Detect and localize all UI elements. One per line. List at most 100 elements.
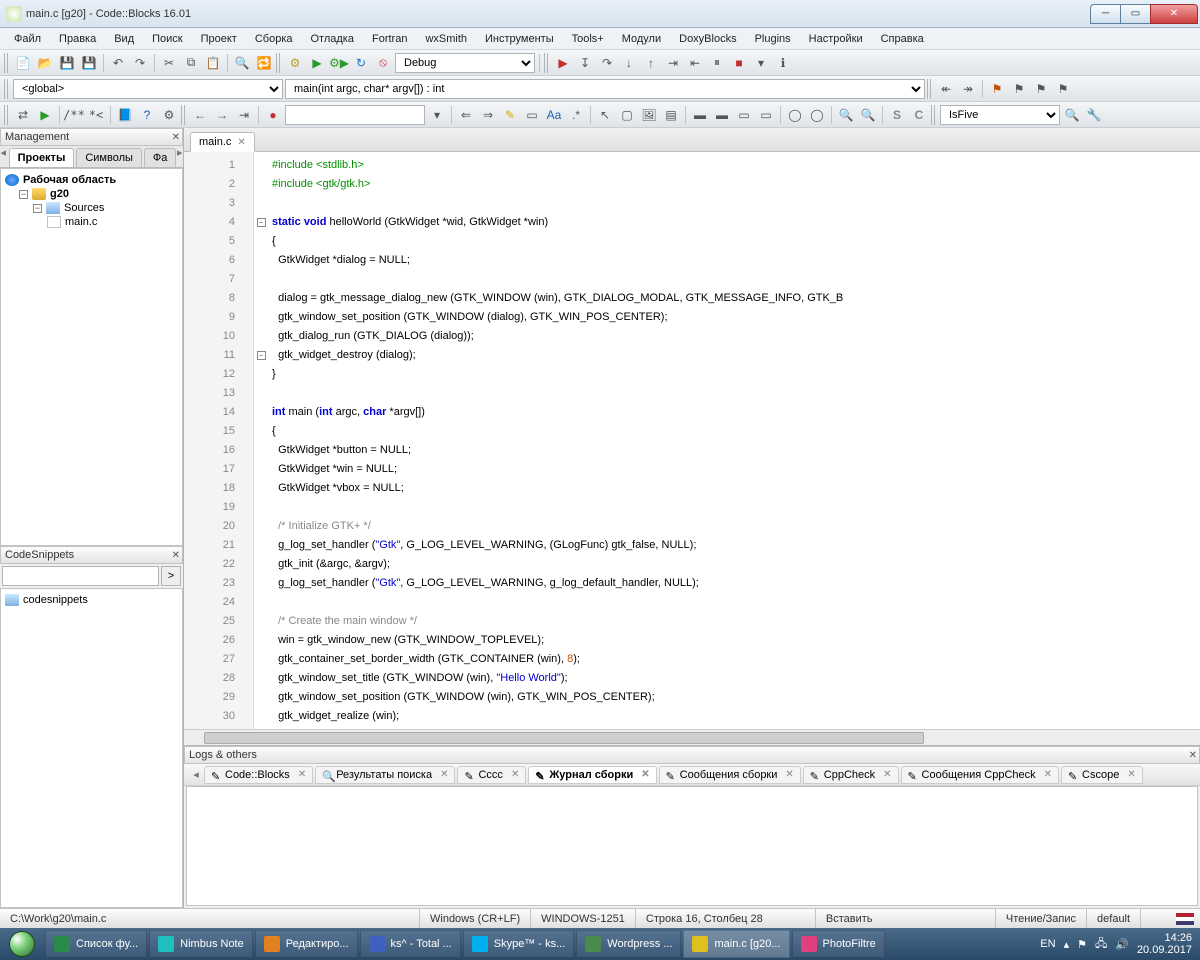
panel-close-icon[interactable]: ✕ <box>172 132 180 143</box>
tree-project[interactable]: −g20 <box>5 187 178 201</box>
open-button[interactable]: 📂 <box>35 53 55 73</box>
win3-button[interactable]: ▭ <box>734 105 754 125</box>
cut-button[interactable]: ✂ <box>159 53 179 73</box>
step-instr-button[interactable]: ⇤ <box>685 53 705 73</box>
tab-prev-icon[interactable]: ◂ <box>0 146 7 167</box>
opts-button[interactable]: 🔧 <box>1084 105 1104 125</box>
tab-close-icon[interactable]: ✕ <box>298 769 306 780</box>
jump-back-button[interactable]: ↞ <box>936 79 956 99</box>
run-script-button[interactable]: ▶ <box>35 105 55 125</box>
log-tab-cppcheck[interactable]: ✎CppCheck✕ <box>803 766 899 784</box>
taskbar-item[interactable]: main.c [g20... <box>683 930 789 958</box>
find-input[interactable] <box>285 105 425 125</box>
language-indicator[interactable]: EN <box>1040 938 1055 950</box>
go-button[interactable]: 🔍 <box>1062 105 1082 125</box>
taskbar-item[interactable]: Wordpress ... <box>576 930 681 958</box>
code-content[interactable]: #include <stdlib.h> #include <gtk/gtk.h>… <box>268 152 1200 729</box>
paste-button[interactable]: 📋 <box>203 53 223 73</box>
step-over-button[interactable]: ↷ <box>597 53 617 73</box>
comment2-button[interactable]: *< <box>86 105 106 125</box>
tab-close-icon[interactable]: ✕ <box>440 769 448 780</box>
build-target-combo[interactable]: Debug <box>395 53 535 73</box>
log-tab-cscope[interactable]: ✎Cscope✕ <box>1061 766 1143 784</box>
replace-button[interactable]: 🔁 <box>254 53 274 73</box>
tab-close-icon[interactable]: ✕ <box>237 137 245 148</box>
rebuild-button[interactable]: ↻ <box>351 53 371 73</box>
menu-wxsmith[interactable]: wxSmith <box>417 31 475 47</box>
selwin-button[interactable]: ▢ <box>617 105 637 125</box>
log-tab-codeblocks[interactable]: ✎Code::Blocks✕ <box>204 766 313 784</box>
prev-button[interactable]: ⇐ <box>456 105 476 125</box>
comment-button[interactable]: /** <box>64 105 84 125</box>
menu-settings[interactable]: Настройки <box>801 31 871 47</box>
flag-icon[interactable] <box>1176 913 1194 925</box>
link-button[interactable]: ◯ <box>807 105 827 125</box>
close-button[interactable]: ✕ <box>1150 4 1198 24</box>
menu-edit[interactable]: Правка <box>51 31 104 47</box>
scope-class-combo[interactable]: <global> <box>13 79 283 99</box>
menu-debug[interactable]: Отладка <box>303 31 362 47</box>
snippets-search-input[interactable] <box>2 566 159 586</box>
clock[interactable]: 14:26 20.09.2017 <box>1137 932 1192 956</box>
bookmark-clear-button[interactable]: ⚑ <box>1053 79 1073 99</box>
network-icon[interactable]: 🖧 <box>1095 935 1107 954</box>
run-to-cursor-button[interactable]: ↧ <box>575 53 595 73</box>
tray-up-icon[interactable]: ▴ <box>1064 938 1070 951</box>
scrollbar-thumb[interactable] <box>204 732 924 744</box>
menu-search[interactable]: Поиск <box>144 31 190 47</box>
build-run-button[interactable]: ⚙▶ <box>329 53 349 73</box>
break-button[interactable]: ⏸ <box>707 53 727 73</box>
tab-prev-icon[interactable]: ◂ <box>188 768 204 781</box>
taskbar-item[interactable]: Nimbus Note <box>149 930 253 958</box>
zoomout-button[interactable]: 🔍 <box>858 105 878 125</box>
s-button[interactable]: S <box>887 105 907 125</box>
win4-button[interactable]: ▭ <box>756 105 776 125</box>
bookmark-toggle-button[interactable]: ⚑ <box>987 79 1007 99</box>
cursor-icon[interactable]: ↖ <box>595 105 615 125</box>
snippets-go-button[interactable]: > <box>161 566 181 586</box>
menu-plugins[interactable]: Plugins <box>747 31 799 47</box>
run-button[interactable]: ▶ <box>307 53 327 73</box>
system-tray[interactable]: EN ▴ ⚑ 🖧 🔊 14:26 20.09.2017 <box>1032 932 1200 956</box>
tab-close-icon[interactable]: ✕ <box>883 769 891 780</box>
build-button[interactable]: ⚙ <box>285 53 305 73</box>
abort-button[interactable]: ⦸ <box>373 53 393 73</box>
symbol-combo[interactable]: IsFive <box>940 105 1060 125</box>
select-button[interactable]: ▭ <box>522 105 542 125</box>
highlight-button[interactable]: ✎ <box>500 105 520 125</box>
tree-workspace[interactable]: Рабочая область <box>5 173 178 187</box>
collapse-icon[interactable]: − <box>19 190 28 199</box>
copy-button[interactable]: ⧉ <box>181 53 201 73</box>
panel-close-icon[interactable]: ✕ <box>172 550 180 561</box>
undo-button[interactable]: ↶ <box>108 53 128 73</box>
step-into-button[interactable]: ↓ <box>619 53 639 73</box>
tab-symbols[interactable]: Символы <box>76 148 142 167</box>
fold-marker[interactable]: − <box>257 351 266 360</box>
taskbar-item[interactable]: Список фу... <box>45 930 147 958</box>
code-editor[interactable]: 1 2 3 4 5 6 7 8 9 10 11 12 13 14 15 16 1… <box>184 152 1200 729</box>
flag-tray-icon[interactable]: ⚑ <box>1077 938 1087 951</box>
menu-instruments[interactable]: Инструменты <box>477 31 562 47</box>
tab-close-icon[interactable]: ✕ <box>785 769 793 780</box>
log-tab-cccc[interactable]: ✎Cccc✕ <box>457 766 526 784</box>
log-tab-buildmsg[interactable]: ✎Сообщения сборки✕ <box>659 766 801 784</box>
snippets-tree[interactable]: codesnippets <box>0 588 183 908</box>
bookmark-prev-button[interactable]: ⚑ <box>1009 79 1029 99</box>
next-instr-button[interactable]: ⇥ <box>663 53 683 73</box>
menu-modules[interactable]: Модули <box>614 31 669 47</box>
maximize-button[interactable]: ▭ <box>1120 4 1150 24</box>
pic-button[interactable]: 🖼 <box>639 105 659 125</box>
tab-next-icon[interactable]: ▸ <box>176 146 183 167</box>
panel-close-icon[interactable]: ✕ <box>1189 750 1197 761</box>
scope-function-combo[interactable]: main(int argc, char* argv[]) : int <box>285 79 925 99</box>
nav-last-button[interactable]: ⇥ <box>234 105 254 125</box>
tree-file[interactable]: main.c <box>5 215 178 229</box>
taskbar-item[interactable]: Skype™ - ks... <box>463 930 575 958</box>
win2-button[interactable]: ▬ <box>712 105 732 125</box>
layout-button[interactable]: ▤ <box>661 105 681 125</box>
tree-folder[interactable]: −Sources <box>5 201 178 215</box>
save-all-button[interactable]: 💾 <box>79 53 99 73</box>
c-button[interactable]: C <box>909 105 929 125</box>
find-dropdown-button[interactable]: ▾ <box>427 105 447 125</box>
log-tab-cppcheckmsg[interactable]: ✎Сообщения CppCheck✕ <box>901 766 1060 784</box>
